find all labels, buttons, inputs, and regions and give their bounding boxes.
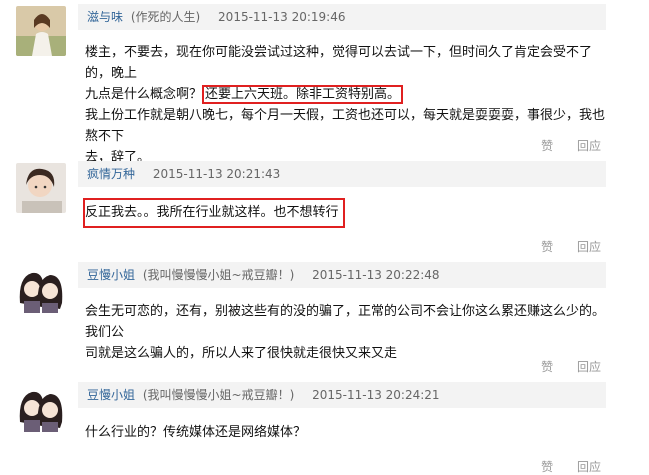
user-signature: (我叫慢慢慢小姐~戒豆瓣！) <box>142 388 295 402</box>
comment-text: 反正我去。。我所在行业就这样。也不想转行 <box>83 198 615 228</box>
comment-text: 会生无可恋的，还有，别被这些有的没的骗了，正常的公司不会让你这么累还赚这么少的。… <box>85 301 615 364</box>
comment-timestamp: 2015-11-13 20:24:21 <box>312 388 440 402</box>
username-link[interactable]: 疯情万种 <box>87 167 135 181</box>
comment-header: 豆慢小姐 (我叫慢慢慢小姐~戒豆瓣！) 2015-11-13 20:22:48 <box>78 262 606 288</box>
reply-button[interactable]: 回应 <box>577 460 601 474</box>
like-button[interactable]: 赞 <box>541 460 553 474</box>
avatar[interactable] <box>16 263 66 313</box>
comment-actions: 赞 回应 <box>521 358 601 375</box>
avatar[interactable] <box>16 382 66 432</box>
avatar[interactable] <box>16 6 66 56</box>
comment-timestamp: 2015-11-13 20:21:43 <box>152 167 281 181</box>
username-link[interactable]: 豆慢小姐 <box>87 388 135 402</box>
comment-actions: 赞 回应 <box>521 137 601 154</box>
comment-actions: 赞 回应 <box>521 238 601 255</box>
user-signature: (我叫慢慢慢小姐~戒豆瓣！) <box>142 268 295 282</box>
user-signature: (作死的人生) <box>130 10 201 24</box>
comment-line: 楼主，不要去，现在你可能没尝试过这种，觉得可以去试一下，但时间久了肯定会受不了的… <box>85 45 593 81</box>
reply-button[interactable]: 回应 <box>577 139 601 153</box>
comment-text: 什么行业的？传统媒体还是网络媒体？ <box>85 422 615 443</box>
comment-header: 滋与味 (作死的人生) 2015-11-13 20:19:46 <box>78 4 606 30</box>
highlight-box: 反正我去。。我所在行业就这样。也不想转行 <box>83 198 345 228</box>
comment-line: 什么行业的？传统媒体还是网络媒体？ <box>85 425 307 440</box>
reply-button[interactable]: 回应 <box>577 360 601 374</box>
like-button[interactable]: 赞 <box>541 240 553 254</box>
like-button[interactable]: 赞 <box>541 360 553 374</box>
reply-button[interactable]: 回应 <box>577 240 601 254</box>
comment-line: 九点是什么概念啊？ 还要上六天班。除非工资特别高。 <box>85 84 615 105</box>
comment-timestamp: 2015-11-13 20:22:48 <box>312 268 440 282</box>
avatar[interactable] <box>16 163 66 213</box>
comment-header: 疯情万种 2015-11-13 20:21:43 <box>78 161 606 187</box>
username-link[interactable]: 滋与味 <box>87 10 123 24</box>
comment-header: 豆慢小姐 (我叫慢慢慢小姐~戒豆瓣！) 2015-11-13 20:24:21 <box>78 382 606 408</box>
highlight-box: 还要上六天班。除非工资特别高。 <box>202 85 404 104</box>
comment-actions: 赞 回应 <box>521 458 601 475</box>
comment-line: 会生无可恋的，还有，别被这些有的没的骗了，正常的公司不会让你这么累还赚这么少的。… <box>85 304 606 340</box>
comment-timestamp: 2015-11-13 20:19:46 <box>218 10 346 24</box>
like-button[interactable]: 赞 <box>541 139 553 153</box>
username-link[interactable]: 豆慢小姐 <box>87 268 135 282</box>
